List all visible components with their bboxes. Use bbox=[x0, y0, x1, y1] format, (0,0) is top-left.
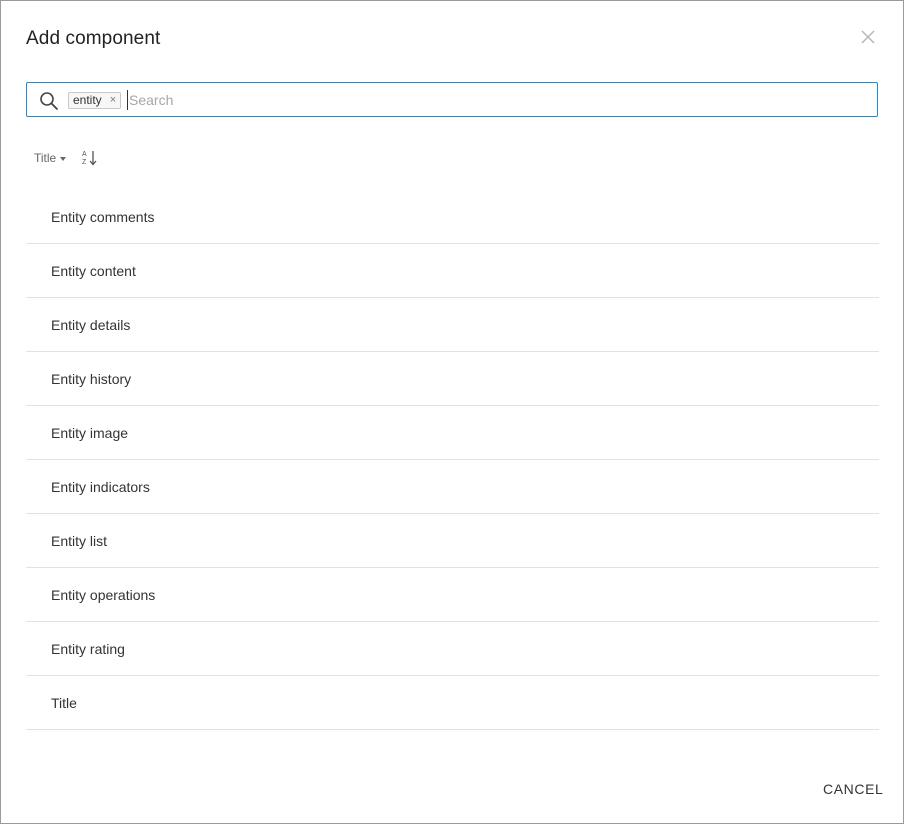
cancel-button[interactable]: CANCEL bbox=[813, 774, 893, 804]
add-component-dialog: Add component entity × Title A Z En bbox=[0, 0, 904, 824]
svg-text:Z: Z bbox=[82, 159, 87, 166]
list-item[interactable]: Entity operations bbox=[26, 568, 879, 622]
list-item-label: Entity details bbox=[51, 316, 131, 333]
filter-chip-entity: entity × bbox=[68, 92, 122, 109]
list-item-label: Entity comments bbox=[51, 208, 155, 225]
search-icon bbox=[40, 92, 58, 110]
dialog-title: Add component bbox=[26, 28, 161, 49]
caret-down-icon bbox=[60, 156, 67, 161]
list-item[interactable]: Entity list bbox=[26, 514, 879, 568]
sort-field-dropdown[interactable]: Title bbox=[34, 151, 67, 165]
component-list: Entity comments Entity content Entity de… bbox=[26, 190, 879, 730]
close-icon bbox=[861, 30, 875, 44]
list-item[interactable]: Entity history bbox=[26, 352, 879, 406]
list-item[interactable]: Entity details bbox=[26, 298, 879, 352]
list-item[interactable]: Entity image bbox=[26, 406, 879, 460]
sort-field-label: Title bbox=[34, 151, 57, 165]
list-item-label: Title bbox=[51, 694, 77, 711]
svg-text:A: A bbox=[82, 151, 87, 158]
list-item-label: Entity indicators bbox=[51, 478, 150, 495]
list-item[interactable]: Entity indicators bbox=[26, 460, 879, 514]
chip-remove-icon[interactable]: × bbox=[110, 93, 116, 108]
list-item-label: Entity operations bbox=[51, 586, 156, 603]
list-item-label: Entity list bbox=[51, 532, 108, 549]
search-input[interactable] bbox=[127, 90, 849, 110]
list-item-label: Entity content bbox=[51, 262, 136, 279]
list-item-label: Entity history bbox=[51, 370, 132, 387]
sort-bar: Title A Z bbox=[34, 149, 99, 167]
list-item[interactable]: Entity content bbox=[26, 244, 879, 298]
search-field[interactable]: entity × bbox=[26, 82, 878, 117]
list-item[interactable]: Entity comments bbox=[26, 190, 879, 244]
list-item-label: Entity rating bbox=[51, 640, 125, 657]
sort-alpha-ascending-icon[interactable]: A Z bbox=[81, 149, 99, 167]
list-item[interactable]: Title bbox=[26, 676, 879, 730]
list-item[interactable]: Entity rating bbox=[26, 622, 879, 676]
close-button[interactable] bbox=[858, 27, 878, 47]
filter-chip-label: entity bbox=[73, 93, 102, 107]
list-item-label: Entity image bbox=[51, 424, 129, 441]
